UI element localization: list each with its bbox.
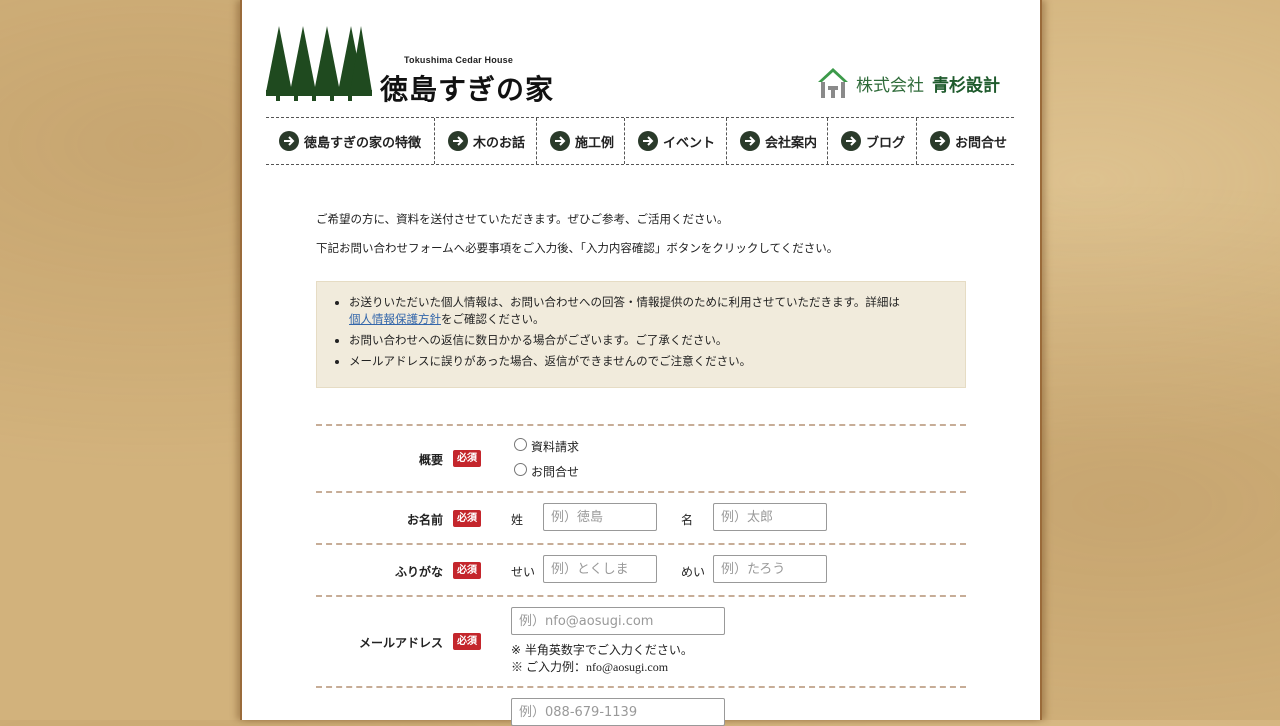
- nav-item-company[interactable]: 会社案内: [726, 118, 827, 164]
- nav-label: ブログ: [866, 135, 906, 151]
- email-input[interactable]: [511, 607, 725, 635]
- email-label: メールアドレス: [358, 636, 443, 650]
- nav-label: 会社案内: [765, 135, 818, 151]
- company-name: 青杉設計: [932, 75, 1000, 96]
- logo-subtitle: Tokushima Cedar House: [404, 55, 514, 65]
- last-name-input[interactable]: [543, 503, 657, 531]
- first-name-label: 名: [681, 513, 694, 527]
- phone-input[interactable]: [511, 698, 725, 726]
- company-kind: 株式会社: [856, 75, 924, 96]
- arrow-right-icon: [448, 131, 468, 151]
- form-row-email: メールアドレス 必須 ※ 半角英数字でご入力ください。 ※ ご入力例：nfo@a…: [316, 595, 966, 686]
- form-row-summary: 概要 必須 資料請求 お問合せ: [316, 424, 966, 491]
- nav-item-works[interactable]: 施工例: [536, 118, 624, 164]
- intro-line-2: 下記お問い合わせフォームへ必要事項をご入力後、「入力内容確認」ボタンをクリックし…: [316, 241, 839, 255]
- last-name-label: 姓: [511, 513, 524, 527]
- radio-label: お問合せ: [531, 465, 580, 479]
- company-logo[interactable]: 株式会社 青杉設計: [816, 66, 1000, 100]
- nav-item-features[interactable]: 徳島すぎの家の特徴: [266, 118, 434, 164]
- notice-item: お送りいただいた個人情報は、お問い合わせへの回答・情報提供のために利用させていた…: [349, 294, 953, 328]
- form-row-kana: ふりがな 必須 せい めい: [316, 543, 966, 595]
- privacy-policy-link[interactable]: 個人情報保護方針: [349, 312, 441, 326]
- contact-form: 概要 必須 資料請求 お問合せ お名前 必須 姓 名 ふりがな 必須 せい: [316, 424, 966, 726]
- last-kana-label: せい: [511, 565, 536, 579]
- arrow-right-icon: [740, 131, 760, 151]
- nav-item-events[interactable]: イベント: [624, 118, 726, 164]
- required-badge: 必須: [453, 633, 481, 650]
- nav-label: 木のお話: [473, 135, 526, 151]
- house-icon: [818, 68, 848, 98]
- required-badge: 必須: [453, 562, 481, 579]
- privacy-notice: お送りいただいた個人情報は、お問い合わせへの回答・情報提供のために利用させていた…: [316, 281, 966, 388]
- notice-item: メールアドレスに誤りがあった場合、返信ができませんのでご注意ください。: [349, 353, 953, 370]
- radio-request-docs[interactable]: 資料請求: [514, 438, 579, 455]
- notice-item: お問い合わせへの返信に数日かかる場合がございます。ご了承ください。: [349, 332, 953, 349]
- form-row-phone: [316, 686, 966, 726]
- nav-label: イベント: [663, 135, 716, 151]
- name-label: お名前: [406, 513, 443, 527]
- required-badge: 必須: [453, 510, 481, 527]
- kana-label: ふりがな: [394, 565, 443, 579]
- page-container: Tokushima Cedar House 徳島すぎの家 株式会社 青杉設計 徳…: [240, 0, 1042, 726]
- nav-label: お問合せ: [955, 135, 1008, 151]
- nav-label: 施工例: [575, 135, 615, 151]
- arrow-right-icon: [930, 131, 950, 151]
- arrow-right-icon: [841, 131, 861, 151]
- arrow-right-icon: [638, 131, 658, 151]
- main-nav: 徳島すぎの家の特徴 木のお話 施工例 イベント 会社案内 ブログ お問合せ: [266, 117, 1014, 165]
- last-kana-input[interactable]: [543, 555, 657, 583]
- nav-item-blog[interactable]: ブログ: [827, 118, 916, 164]
- first-name-input[interactable]: [713, 503, 827, 531]
- arrow-right-icon: [279, 131, 299, 151]
- nav-item-wood[interactable]: 木のお話: [434, 118, 536, 164]
- form-row-name: お名前 必須 姓 名: [316, 491, 966, 543]
- notice-item-text: お送りいただいた個人情報は、お問い合わせへの回答・情報提供のために利用させていた…: [349, 295, 900, 309]
- nav-label: 徳島すぎの家の特徴: [304, 135, 422, 151]
- radio-button[interactable]: [514, 438, 527, 451]
- intro-line-1: ご希望の方に、資料を送付させていただきます。ぜひご参考、ご活用ください。: [316, 212, 729, 226]
- first-kana-label: めい: [681, 565, 706, 579]
- arrow-right-icon: [550, 131, 570, 151]
- radio-label: 資料請求: [531, 440, 580, 454]
- nav-item-contact[interactable]: お問合せ: [916, 118, 1014, 164]
- notice-item-suffix: をご確認ください。: [441, 312, 545, 326]
- required-badge: 必須: [453, 450, 481, 467]
- radio-inquiry[interactable]: お問合せ: [514, 463, 579, 480]
- email-note-2: ※ ご入力例：nfo@aosugi.com: [511, 660, 669, 674]
- logo-title: 徳島すぎの家: [380, 73, 555, 106]
- cedar-trees-icon: [266, 26, 372, 101]
- first-kana-input[interactable]: [713, 555, 827, 583]
- email-note-1: ※ 半角英数字でご入力ください。: [511, 643, 693, 657]
- summary-label: 概要: [418, 453, 443, 467]
- radio-button[interactable]: [514, 463, 527, 476]
- site-logo[interactable]: Tokushima Cedar House 徳島すぎの家: [266, 24, 553, 106]
